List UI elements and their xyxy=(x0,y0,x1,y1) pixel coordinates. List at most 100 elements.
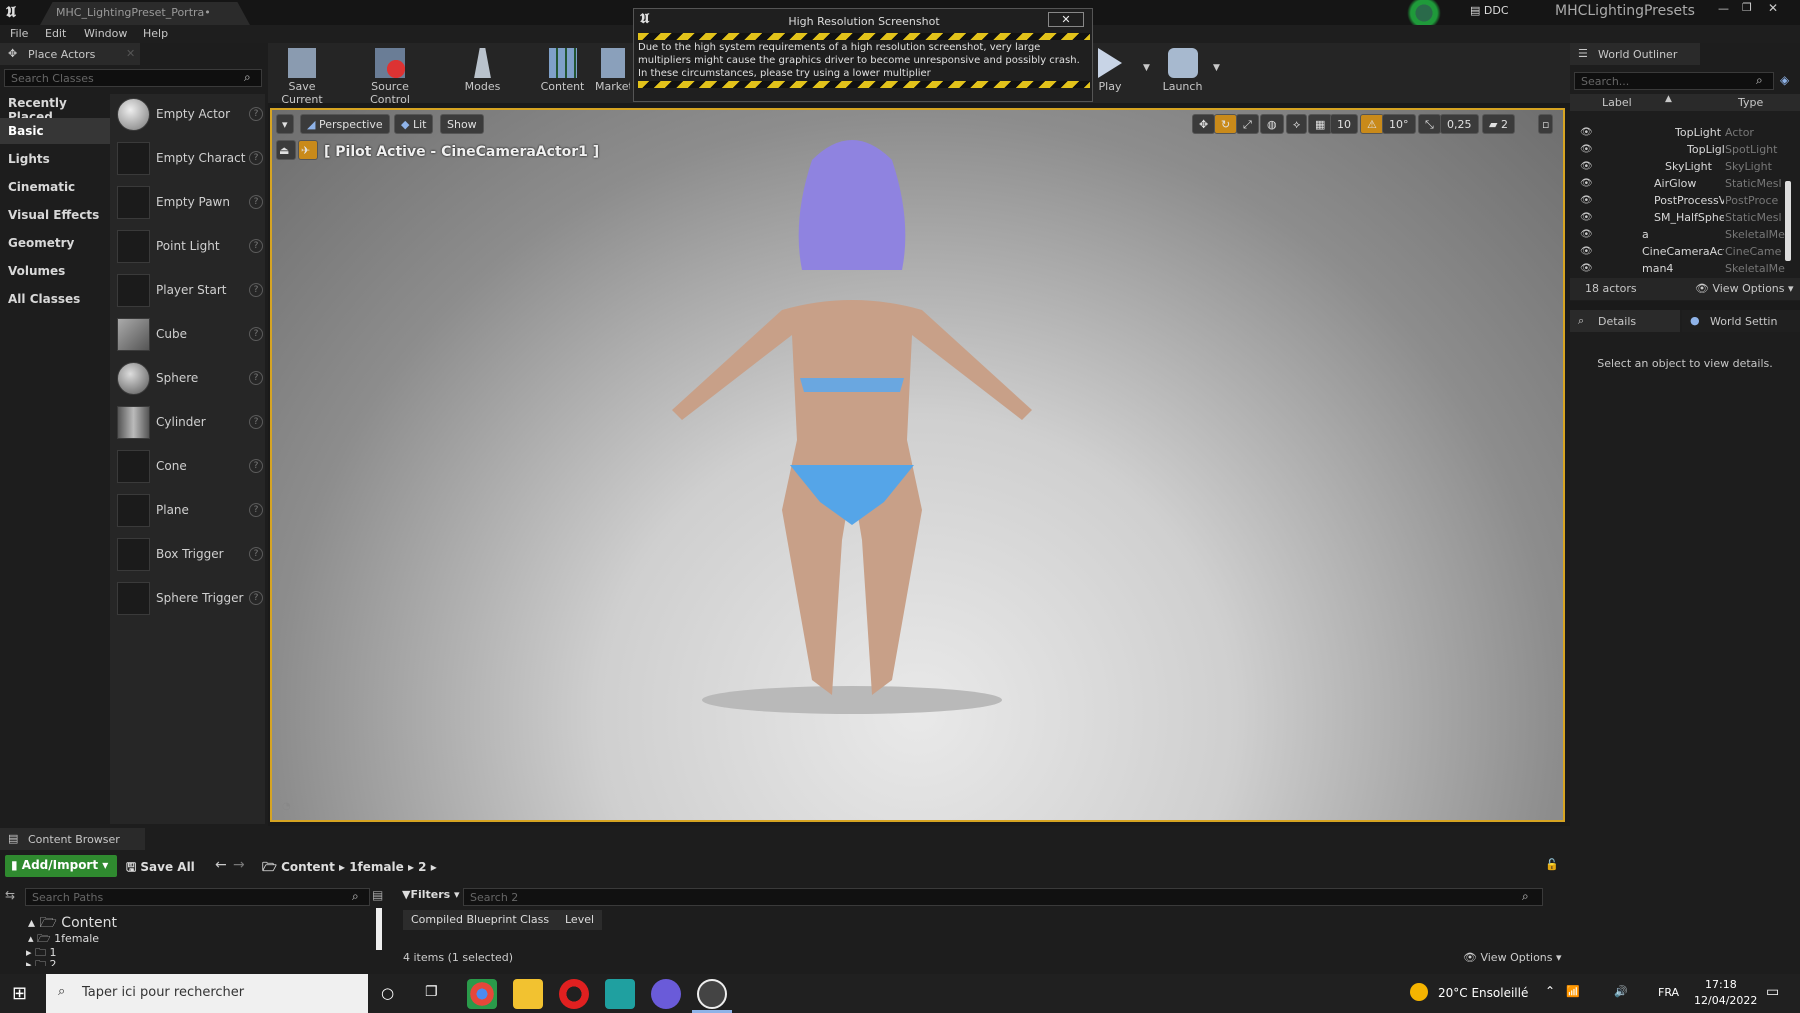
close-window-button[interactable]: ✕ xyxy=(1768,1,1778,15)
modes-button[interactable]: Modes xyxy=(460,43,505,101)
actor-empty-pawn[interactable]: Empty Pawn? xyxy=(110,182,265,224)
help-icon[interactable]: ? xyxy=(249,107,263,121)
forward-arrow-icon[interactable]: → xyxy=(233,857,245,873)
eye-icon[interactable]: 👁 xyxy=(1580,195,1593,206)
scale-snap-icon[interactable]: ⤡ xyxy=(1418,114,1441,134)
cortana-icon[interactable]: ○ xyxy=(381,984,394,1002)
asset-search-input[interactable]: Search 2 xyxy=(463,888,1543,906)
chrome-icon[interactable] xyxy=(467,979,497,1009)
unreal-engine-icon[interactable] xyxy=(697,979,727,1009)
eject-camera-icon[interactable]: ⏏ xyxy=(276,140,296,160)
close-tab-icon[interactable]: ✕ xyxy=(126,47,135,60)
taskbar-search-input[interactable]: ⌕ Taper ici pour rechercher xyxy=(46,974,368,1013)
rotate-tool-icon[interactable]: ↻ xyxy=(1214,114,1238,134)
outliner-row[interactable]: 👁 TopLight Actor xyxy=(1570,124,1800,141)
help-icon[interactable]: ? xyxy=(249,151,263,165)
world-settings-tab[interactable]: ● World Settin xyxy=(1682,310,1800,332)
actor-cone[interactable]: Cone? xyxy=(110,446,265,488)
filter-chip-level[interactable]: Level xyxy=(557,910,603,930)
menu-file[interactable]: File xyxy=(10,27,28,40)
details-tab[interactable]: ⌕ Details xyxy=(1570,310,1680,332)
minimize-button[interactable]: — xyxy=(1718,2,1729,15)
world-space-icon[interactable]: ◍ xyxy=(1260,114,1284,134)
windows-start-icon[interactable]: ⊞ xyxy=(12,983,27,1004)
tray-chevron-icon[interactable]: ⌃ xyxy=(1545,984,1555,998)
actor-empty-actor[interactable]: Empty Actor? xyxy=(110,94,265,136)
help-icon[interactable]: ? xyxy=(249,239,263,253)
actor-point-light[interactable]: Point Light? xyxy=(110,226,265,268)
launch-options-chevron-icon[interactable]: ▼ xyxy=(1213,63,1220,73)
actor-box-trigger[interactable]: Box Trigger? xyxy=(110,534,265,576)
launch-button[interactable]: Launch xyxy=(1160,43,1205,101)
tree-scrollbar[interactable] xyxy=(376,908,382,950)
outliner-row[interactable]: 👁 PostProcessV PostProce xyxy=(1570,192,1800,209)
eye-icon[interactable]: 👁 xyxy=(1580,229,1593,240)
menu-window[interactable]: Window xyxy=(84,27,127,40)
clock-time[interactable]: 17:18 xyxy=(1705,978,1737,991)
eye-icon[interactable]: 👁 xyxy=(1580,127,1593,138)
search-classes-input[interactable]: Search Classes xyxy=(4,69,262,87)
lock-icon[interactable]: 🔓 xyxy=(1545,858,1559,871)
breadcrumb-item[interactable]: 1female xyxy=(349,860,404,874)
ddc-indicator[interactable]: ▤ DDC xyxy=(1470,4,1509,17)
perspective-button[interactable]: ◢ Perspective xyxy=(300,114,390,134)
breadcrumb-item[interactable]: Content xyxy=(281,860,335,874)
category-visual-effects[interactable]: Visual Effects xyxy=(0,202,110,228)
filter-list-icon[interactable]: ▤ xyxy=(372,888,383,902)
actor-cylinder[interactable]: Cylinder? xyxy=(110,402,265,444)
help-icon[interactable]: ? xyxy=(249,195,263,209)
add-import-button[interactable]: ▮ Add/Import ▾ xyxy=(5,855,117,877)
category-recently-placed[interactable]: Recently Placed xyxy=(0,90,110,124)
outliner-scrollbar[interactable] xyxy=(1785,181,1791,261)
outliner-row[interactable]: 👁 TopLigl SpotLight xyxy=(1570,141,1800,158)
viewport-options-chevron-icon[interactable]: ▾ xyxy=(276,114,294,134)
task-view-icon[interactable]: ❐ xyxy=(425,984,438,1000)
outliner-search-input[interactable]: Search... xyxy=(1574,72,1774,90)
play-button[interactable]: Play xyxy=(1090,43,1130,101)
rotation-snap-icon[interactable]: ⚠ xyxy=(1360,114,1384,134)
scale-snap-value[interactable]: 0,25 xyxy=(1440,114,1479,134)
category-volumes[interactable]: Volumes xyxy=(0,258,110,284)
outliner-row[interactable]: 👁 man4 SkeletalMe xyxy=(1570,260,1800,277)
dialog-close-button[interactable]: ✕ xyxy=(1048,12,1084,27)
metahuman-icon[interactable] xyxy=(605,979,635,1009)
filters-button[interactable]: ▼Filters ▾ xyxy=(402,888,460,901)
help-icon[interactable]: ? xyxy=(249,283,263,297)
eye-icon[interactable]: 👁 xyxy=(1580,246,1593,257)
content-button[interactable]: Content xyxy=(540,43,585,101)
grid-snap-value[interactable]: 10 xyxy=(1330,114,1358,134)
eye-icon[interactable]: 👁 xyxy=(1580,212,1593,223)
maximize-viewport-icon[interactable]: ▫ xyxy=(1538,114,1554,134)
eye-icon[interactable]: 👁 xyxy=(1580,178,1593,189)
actor-cube[interactable]: Cube? xyxy=(110,314,265,356)
save-all-button[interactable]: 🖫 Save All xyxy=(126,858,195,879)
category-cinematic[interactable]: Cinematic xyxy=(0,174,110,200)
tree-item-2[interactable]: ▸ 🗀 2 xyxy=(26,956,57,966)
outliner-row[interactable]: 👁CineCameraActcCineCame xyxy=(1570,243,1800,260)
menu-edit[interactable]: Edit xyxy=(45,27,66,40)
outliner-row[interactable]: 👁 SkyLight SkyLight xyxy=(1570,158,1800,175)
maximize-button[interactable]: ❐ xyxy=(1742,1,1752,14)
lit-button[interactable]: ◆ Lit xyxy=(394,114,434,134)
eye-icon[interactable]: 👁 xyxy=(1580,263,1593,274)
eye-icon[interactable]: 👁 xyxy=(1580,161,1593,172)
help-icon[interactable]: ? xyxy=(249,503,263,517)
help-icon[interactable]: ? xyxy=(249,547,263,561)
category-geometry[interactable]: Geometry xyxy=(0,230,110,256)
sources-toggle-icon[interactable]: ⇆ xyxy=(5,888,15,902)
discord-icon[interactable] xyxy=(651,979,681,1009)
add-folder-icon[interactable]: ◈ xyxy=(1780,73,1789,87)
volume-icon[interactable]: 🔊 xyxy=(1614,985,1628,998)
actor-sphere[interactable]: Sphere? xyxy=(110,358,265,400)
category-lights[interactable]: Lights xyxy=(0,146,110,172)
source-control-button[interactable]: Source Control xyxy=(350,43,430,106)
camera-speed-button[interactable]: ▰ 2 xyxy=(1482,114,1515,134)
filter-chip-compiled-blueprint[interactable]: Compiled Blueprint Class xyxy=(403,910,558,930)
level-viewport[interactable]: ▾ ◢ Perspective ◆ Lit Show ⏏ ✈ [ Pilot A… xyxy=(270,108,1565,822)
weather-text[interactable]: 20°C Ensoleillé xyxy=(1438,986,1528,1000)
actor-player-start[interactable]: Player Start? xyxy=(110,270,265,312)
search-paths-input[interactable]: Search Paths xyxy=(25,888,370,906)
pilot-camera-icon[interactable]: ✈ xyxy=(298,140,318,160)
help-icon[interactable]: ? xyxy=(249,459,263,473)
language-indicator[interactable]: FRA xyxy=(1658,986,1679,999)
